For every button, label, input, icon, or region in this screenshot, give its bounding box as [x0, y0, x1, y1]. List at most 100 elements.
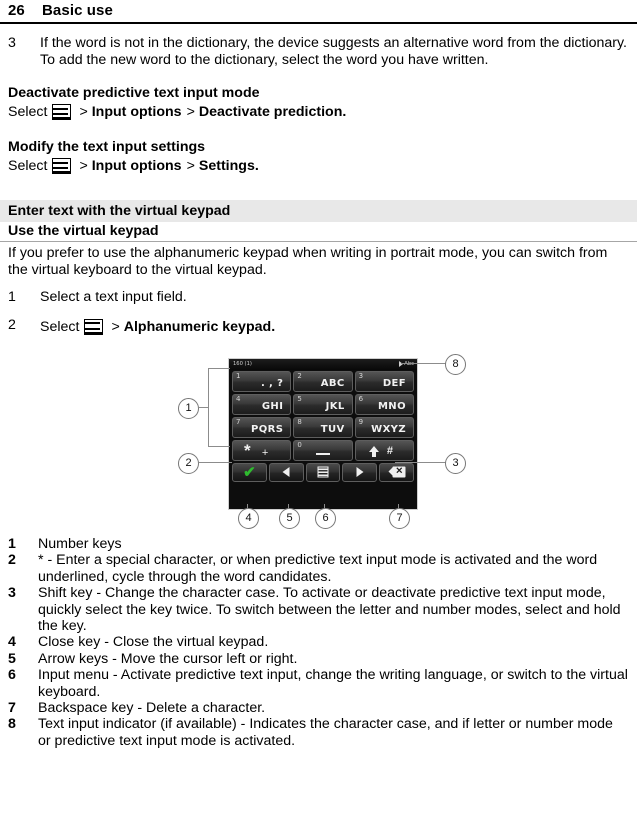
char-count-indicator: 160 (1) — [233, 361, 252, 368]
list-item: 3 Shift key - Change the character case.… — [8, 585, 629, 634]
legend-number: 7 — [8, 700, 16, 717]
key-2[interactable]: 2 ABC — [293, 370, 353, 392]
key-6[interactable]: 6 MNO — [354, 393, 414, 415]
path-alphanumeric-keypad: Alphanumeric keypad — [123, 318, 272, 335]
step-number: 3 — [8, 35, 16, 51]
list-item: 8 Text input indicator (if available) - … — [8, 716, 629, 749]
key-label: DEF — [382, 377, 406, 389]
input-menu-key[interactable] — [305, 462, 341, 482]
section-heading-modify: Modify the text input settings — [8, 139, 206, 156]
key-7[interactable]: 7 PQRS — [232, 416, 292, 438]
key-0[interactable]: 0 — [293, 439, 353, 461]
lower-steps: 1 Select a text input field. 2 Select > … — [0, 289, 637, 337]
key-9[interactable]: 9 WXYZ — [354, 416, 414, 438]
left-arrow-key[interactable] — [268, 462, 304, 482]
arrow-left-icon — [282, 467, 290, 478]
legend-number: 3 — [8, 585, 16, 602]
path-separator-5: > — [111, 318, 120, 335]
page-number: 26 — [8, 2, 25, 19]
key-digit: 7 — [236, 417, 241, 426]
key-label: WXYZ — [371, 423, 406, 435]
path-period-2: . — [254, 158, 259, 175]
key-8[interactable]: 8 TUV — [293, 416, 353, 438]
list-item: 6 Input menu - Activate predictive text … — [8, 667, 629, 700]
legend-number: 6 — [8, 667, 16, 684]
callout-5: 5 — [279, 507, 300, 529]
keypad-row: 7 PQRS 8 TUV 9 WXYZ — [232, 416, 414, 438]
close-key[interactable]: ✔ — [232, 462, 267, 482]
key-digit: 6 — [358, 394, 364, 403]
legend-text: Text input indicator (if available) - In… — [38, 716, 613, 749]
callout-7: 7 — [389, 507, 410, 529]
intro-paragraph: If you prefer to use the alphanumeric ke… — [8, 245, 608, 278]
step-number: 1 — [8, 289, 16, 306]
legend-text: Input menu - Activate predictive text in… — [38, 667, 628, 700]
step-text: Select > Alphanumeric keypad . — [40, 317, 629, 337]
key-1[interactable]: 1 . , ? — [232, 370, 292, 392]
input-menu-icon — [317, 466, 329, 478]
select-path-deactivate: Select > Input options > Deactivate pred… — [8, 102, 629, 122]
section-banner: Enter text with the virtual keypad — [0, 200, 637, 223]
path-deactivate-prediction: Deactivate prediction — [198, 104, 343, 121]
key-shift[interactable]: # — [354, 439, 414, 461]
backspace-key[interactable]: ✕ — [379, 462, 414, 482]
select-label-3: Select — [40, 318, 80, 335]
callout-3: 3 — [445, 452, 466, 474]
star-symbol: * — [244, 440, 251, 460]
key-digit: 5 — [297, 394, 302, 403]
plus-symbol: + — [261, 446, 269, 459]
key-grid: 1 . , ? 2 ABC 3 DEF 4 GHI 5 JKL 6 MNO 7 … — [229, 370, 417, 482]
key-5[interactable]: 5 JKL — [293, 393, 353, 415]
arrow-right-icon — [356, 467, 364, 478]
step-text: Select a text input field. — [40, 289, 187, 306]
list-item: 2 * - Enter a special character, or when… — [8, 552, 629, 585]
select-label: Select — [8, 104, 48, 121]
legend-number: 5 — [8, 650, 16, 667]
options-menu-icon — [52, 158, 72, 175]
keypad-function-row: ✔ ✕ — [232, 462, 414, 482]
list-item: 1 Number keys — [8, 536, 629, 552]
green-check-icon: ✔ — [243, 463, 256, 481]
path-separator: > — [79, 104, 88, 121]
legend-list: 1 Number keys 2 * - Enter a special char… — [0, 524, 637, 749]
step-item: 2 Select > Alphanumeric keypad . — [8, 317, 629, 337]
step-number: 2 — [8, 316, 16, 333]
key-label: JKL — [325, 400, 345, 412]
step-item: 3 If the word is not in the dictionary, … — [8, 35, 629, 68]
path-separator-2: > — [186, 104, 195, 121]
callout-8: 8 — [445, 353, 466, 375]
page-content: 3 If the word is not in the dictionary, … — [0, 35, 637, 176]
leader-line-2 — [199, 461, 232, 464]
section-subheading: Use the virtual keypad — [0, 222, 637, 243]
right-arrow-key[interactable] — [342, 462, 378, 482]
space-bar-icon — [315, 451, 330, 455]
list-item: 4 Close key - Close the virtual keypad. — [8, 634, 629, 650]
path-period-3: . — [271, 318, 276, 335]
legend-text: * - Enter a special character, or when p… — [38, 552, 598, 585]
key-label: PQRS — [250, 423, 284, 435]
key-3[interactable]: 3 DEF — [354, 370, 414, 392]
section-heading-deactivate: Deactivate predictive text input mode — [8, 85, 260, 102]
key-digit: 0 — [297, 440, 302, 449]
virtual-keypad-device: 160 (1) Abc 1 . , ? 2 ABC 3 DEF 4 GHI 5 … — [228, 357, 418, 510]
step-item: 1 Select a text input field. — [8, 289, 629, 306]
legend-text: Arrow keys - Move the cursor left or rig… — [38, 650, 298, 667]
legend-text: Shift key - Change the character case. T… — [38, 585, 621, 634]
path-input-options-2: Input options — [91, 158, 182, 175]
key-4[interactable]: 4 GHI — [232, 393, 292, 415]
callout-2: 2 — [178, 452, 199, 474]
key-digit: 2 — [297, 371, 302, 380]
keypad-row: 1 . , ? 2 ABC 3 DEF — [232, 370, 414, 392]
legend-number: 8 — [8, 716, 16, 733]
callout-6: 6 — [315, 507, 336, 529]
leader-line-1b — [208, 445, 230, 448]
legend-text: Number keys — [38, 535, 122, 552]
leader-line-8 — [401, 362, 447, 365]
key-star[interactable]: * + — [232, 439, 292, 461]
status-bar: 160 (1) Abc — [229, 358, 417, 370]
hash-symbol: # — [386, 444, 393, 457]
list-item: 5 Arrow keys - Move the cursor left or r… — [8, 651, 629, 667]
path-separator-3: > — [79, 158, 88, 175]
leader-line-1c — [199, 406, 209, 409]
key-label: MNO — [377, 400, 406, 412]
